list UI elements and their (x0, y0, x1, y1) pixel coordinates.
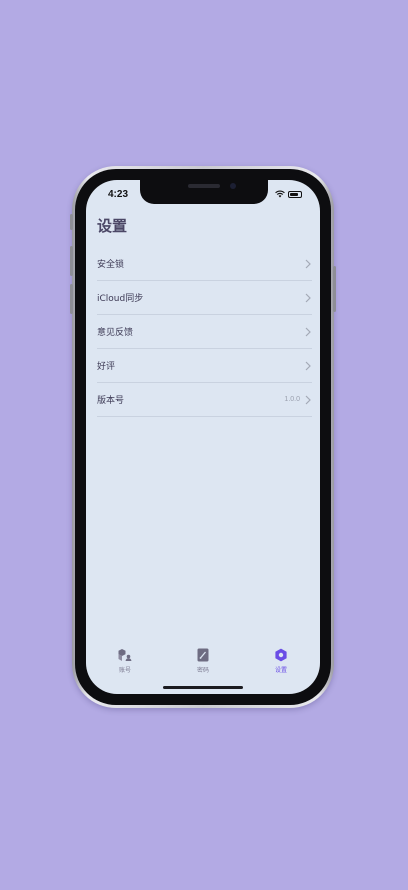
wifi-icon (275, 190, 285, 198)
volume-up-button (70, 246, 73, 276)
settings-row-feedback[interactable]: 意见反馈 (97, 315, 312, 349)
settings-row-icloud-sync[interactable]: iCloud同步 (97, 281, 312, 315)
row-label: 好评 (97, 362, 116, 372)
chevron-right-icon (305, 395, 311, 404)
front-camera (230, 183, 236, 189)
row-label: iCloud同步 (97, 294, 144, 304)
chevron-right-icon (305, 293, 311, 302)
tab-settings[interactable]: 设置 (251, 648, 311, 674)
version-value: 1.0.0 (284, 396, 300, 403)
power-button (333, 266, 336, 312)
volume-down-button (70, 284, 73, 314)
home-indicator[interactable] (163, 686, 243, 689)
phone-frame: 4:23 设置 安全锁 iCloud同步 意见反馈 好评 版本号 1.0.0 账… (70, 166, 336, 708)
battery-icon (288, 190, 302, 198)
notch (140, 180, 268, 204)
tab-password[interactable]: 密码 (173, 648, 233, 674)
status-time: 4:23 (108, 189, 129, 200)
accounts-icon (118, 649, 132, 661)
chevron-right-icon (305, 259, 311, 268)
row-label: 意见反馈 (97, 328, 134, 338)
settings-list: 安全锁 iCloud同步 意见反馈 好评 版本号 1.0.0 (97, 247, 312, 417)
chevron-right-icon (305, 327, 311, 336)
chevron-right-icon (305, 361, 311, 370)
tab-label: 账号 (118, 667, 131, 674)
gear-icon (275, 648, 287, 662)
settings-row-version[interactable]: 版本号 1.0.0 (97, 383, 312, 417)
row-label: 版本号 (97, 396, 125, 406)
row-label: 安全锁 (97, 260, 125, 270)
password-icon (197, 648, 209, 662)
settings-row-rate-app[interactable]: 好评 (97, 349, 312, 383)
page-title: 设置 (97, 217, 128, 235)
mute-switch (70, 214, 73, 230)
tab-accounts[interactable]: 账号 (95, 648, 155, 674)
tab-label: 密码 (196, 667, 209, 674)
settings-row-security-lock[interactable]: 安全锁 (97, 247, 312, 281)
tab-label: 设置 (274, 667, 287, 674)
screen: 4:23 设置 安全锁 iCloud同步 意见反馈 好评 版本号 1.0.0 账… (86, 180, 320, 694)
status-icons (275, 190, 302, 198)
speaker (188, 184, 220, 188)
